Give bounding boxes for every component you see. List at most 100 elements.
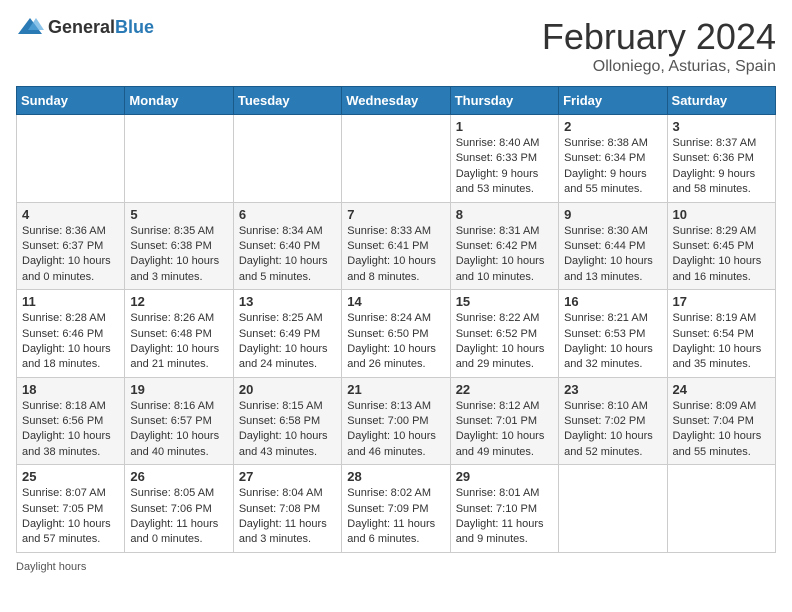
day-number: 6 — [239, 207, 336, 222]
calendar-cell: 29 Sunrise: 8:01 AMSunset: 7:10 PMDayligh… — [450, 465, 558, 553]
day-info: Sunrise: 8:25 AMSunset: 6:49 PMDaylight:… — [239, 311, 336, 373]
day-header-thursday: Thursday — [450, 87, 558, 115]
calendar-cell: 26Sunrise: 8:05 AMSunset: 7:06 PMDayligh… — [125, 465, 233, 553]
calendar-cell: 27 Sunrise: 8:04 AMSunset: 7:08 PMDayligh… — [233, 465, 341, 553]
day-info: Sunrise: 8:36 AMSunset: 6:37 PMDaylight:… — [22, 224, 119, 286]
calendar-cell: 23 Sunrise: 8:10 AMSunset: 7:02 PMDayligh… — [559, 377, 667, 465]
calendar-cell: 6 Sunrise: 8:34 AMSunset: 6:40 PMDaylight… — [233, 202, 341, 290]
calendar-cell: 9 Sunrise: 8:30 AMSunset: 6:44 PMDaylight… — [559, 202, 667, 290]
day-header-monday: Monday — [125, 87, 233, 115]
day-number: 17 — [673, 294, 770, 309]
header-row: SundayMondayTuesdayWednesdayThursdayFrid… — [17, 87, 776, 115]
day-info: Sunrise: 8:34 AMSunset: 6:40 PMDaylight:… — [239, 224, 336, 286]
day-number: 10 — [673, 207, 770, 222]
calendar-cell: 20 Sunrise: 8:15 AMSunset: 6:58 PMDayligh… — [233, 377, 341, 465]
day-info: Sunrise: 8:31 AMSunset: 6:42 PMDaylight:… — [456, 224, 553, 286]
day-info: Sunrise: 8:37 AMSunset: 6:36 PMDaylight:… — [673, 136, 770, 198]
day-info: Sunrise: 8:35 AMSunset: 6:38 PMDaylight:… — [130, 224, 227, 286]
calendar-cell: 4 Sunrise: 8:36 AMSunset: 6:37 PMDaylight… — [17, 202, 125, 290]
logo-blue: Blue — [115, 17, 154, 37]
day-info: Sunrise: 8:07 AMSunset: 7:05 PMDaylight:… — [22, 486, 119, 548]
day-number: 7 — [347, 207, 444, 222]
day-info: Sunrise: 8:30 AMSunset: 6:44 PMDaylight:… — [564, 224, 661, 286]
day-number: 24 — [673, 382, 770, 397]
day-header-saturday: Saturday — [667, 87, 775, 115]
day-info: Sunrise: 8:18 AMSunset: 6:56 PMDaylight:… — [22, 399, 119, 461]
calendar-cell: 8 Sunrise: 8:31 AMSunset: 6:42 PMDaylight… — [450, 202, 558, 290]
day-number: 21 — [347, 382, 444, 397]
day-number: 22 — [456, 382, 553, 397]
day-info: Sunrise: 8:01 AMSunset: 7:10 PMDaylight:… — [456, 486, 553, 548]
day-number: 29 — [456, 469, 553, 484]
footer: Daylight hours — [16, 561, 776, 573]
day-number: 4 — [22, 207, 119, 222]
calendar-cell — [667, 465, 775, 553]
calendar-cell: 1 Sunrise: 8:40 AMSunset: 6:33 PMDaylight… — [450, 115, 558, 203]
day-number: 12 — [130, 294, 227, 309]
calendar-cell — [559, 465, 667, 553]
calendar-cell: 2 Sunrise: 8:38 AMSunset: 6:34 PMDaylight… — [559, 115, 667, 203]
calendar-cell: 13 Sunrise: 8:25 AMSunset: 6:49 PMDayligh… — [233, 290, 341, 378]
day-info: Sunrise: 8:38 AMSunset: 6:34 PMDaylight:… — [564, 136, 661, 198]
daylight-label: Daylight hours — [16, 561, 86, 573]
main-title: February 2024 — [542, 16, 776, 58]
calendar-body: 1 Sunrise: 8:40 AMSunset: 6:33 PMDaylight… — [17, 115, 776, 553]
day-info: Sunrise: 8:12 AMSunset: 7:01 PMDaylight:… — [456, 399, 553, 461]
day-number: 20 — [239, 382, 336, 397]
day-number: 11 — [22, 294, 119, 309]
calendar-table: SundayMondayTuesdayWednesdayThursdayFrid… — [16, 86, 776, 553]
day-info: Sunrise: 8:26 AMSunset: 6:48 PMDaylight:… — [130, 311, 227, 373]
calendar-cell: 24 Sunrise: 8:09 AMSunset: 7:04 PMDayligh… — [667, 377, 775, 465]
day-info: Sunrise: 8:21 AMSunset: 6:53 PMDaylight:… — [564, 311, 661, 373]
day-number: 23 — [564, 382, 661, 397]
day-header-friday: Friday — [559, 87, 667, 115]
day-header-sunday: Sunday — [17, 87, 125, 115]
day-number: 13 — [239, 294, 336, 309]
day-info: Sunrise: 8:04 AMSunset: 7:08 PMDaylight:… — [239, 486, 336, 548]
day-info: Sunrise: 8:19 AMSunset: 6:54 PMDaylight:… — [673, 311, 770, 373]
calendar-cell: 21 Sunrise: 8:13 AMSunset: 7:00 PMDayligh… — [342, 377, 450, 465]
subtitle: Olloniego, Asturias, Spain — [542, 58, 776, 76]
calendar-cell: 7Sunrise: 8:33 AMSunset: 6:41 PMDaylight… — [342, 202, 450, 290]
day-info: Sunrise: 8:10 AMSunset: 7:02 PMDaylight:… — [564, 399, 661, 461]
calendar-cell: 18 Sunrise: 8:18 AMSunset: 6:56 PMDayligh… — [17, 377, 125, 465]
day-info: Sunrise: 8:09 AMSunset: 7:04 PMDaylight:… — [673, 399, 770, 461]
calendar-cell: 25 Sunrise: 8:07 AMSunset: 7:05 PMDayligh… — [17, 465, 125, 553]
day-number: 15 — [456, 294, 553, 309]
day-info: Sunrise: 8:15 AMSunset: 6:58 PMDaylight:… — [239, 399, 336, 461]
day-info: Sunrise: 8:24 AMSunset: 6:50 PMDaylight:… — [347, 311, 444, 373]
calendar-cell: 5 Sunrise: 8:35 AMSunset: 6:38 PMDaylight… — [125, 202, 233, 290]
calendar-cell — [342, 115, 450, 203]
generalblue-logo-icon — [16, 16, 44, 38]
logo-general: General — [48, 17, 115, 37]
day-info: Sunrise: 8:40 AMSunset: 6:33 PMDaylight:… — [456, 136, 553, 198]
day-number: 5 — [130, 207, 227, 222]
day-header-tuesday: Tuesday — [233, 87, 341, 115]
calendar-cell: 19Sunrise: 8:16 AMSunset: 6:57 PMDayligh… — [125, 377, 233, 465]
day-number: 9 — [564, 207, 661, 222]
day-number: 2 — [564, 119, 661, 134]
header: GeneralBlue February 2024 Olloniego, Ast… — [16, 16, 776, 76]
day-info: Sunrise: 8:16 AMSunset: 6:57 PMDaylight:… — [130, 399, 227, 461]
calendar-cell — [233, 115, 341, 203]
day-number: 8 — [456, 207, 553, 222]
calendar-week-0: 1 Sunrise: 8:40 AMSunset: 6:33 PMDaylight… — [17, 115, 776, 203]
calendar-cell — [17, 115, 125, 203]
day-number: 18 — [22, 382, 119, 397]
day-info: Sunrise: 8:02 AMSunset: 7:09 PMDaylight:… — [347, 486, 444, 548]
calendar-cell: 11 Sunrise: 8:28 AMSunset: 6:46 PMDayligh… — [17, 290, 125, 378]
day-number: 14 — [347, 294, 444, 309]
day-number: 25 — [22, 469, 119, 484]
day-info: Sunrise: 8:28 AMSunset: 6:46 PMDaylight:… — [22, 311, 119, 373]
day-number: 27 — [239, 469, 336, 484]
calendar-cell: 28Sunrise: 8:02 AMSunset: 7:09 PMDayligh… — [342, 465, 450, 553]
calendar-cell: 15 Sunrise: 8:22 AMSunset: 6:52 PMDayligh… — [450, 290, 558, 378]
calendar-header: SundayMondayTuesdayWednesdayThursdayFrid… — [17, 87, 776, 115]
calendar-week-1: 4 Sunrise: 8:36 AMSunset: 6:37 PMDaylight… — [17, 202, 776, 290]
day-info: Sunrise: 8:29 AMSunset: 6:45 PMDaylight:… — [673, 224, 770, 286]
logo-text: GeneralBlue — [48, 17, 154, 38]
day-info: Sunrise: 8:13 AMSunset: 7:00 PMDaylight:… — [347, 399, 444, 461]
day-info: Sunrise: 8:22 AMSunset: 6:52 PMDaylight:… — [456, 311, 553, 373]
day-number: 1 — [456, 119, 553, 134]
day-info: Sunrise: 8:05 AMSunset: 7:06 PMDaylight:… — [130, 486, 227, 548]
